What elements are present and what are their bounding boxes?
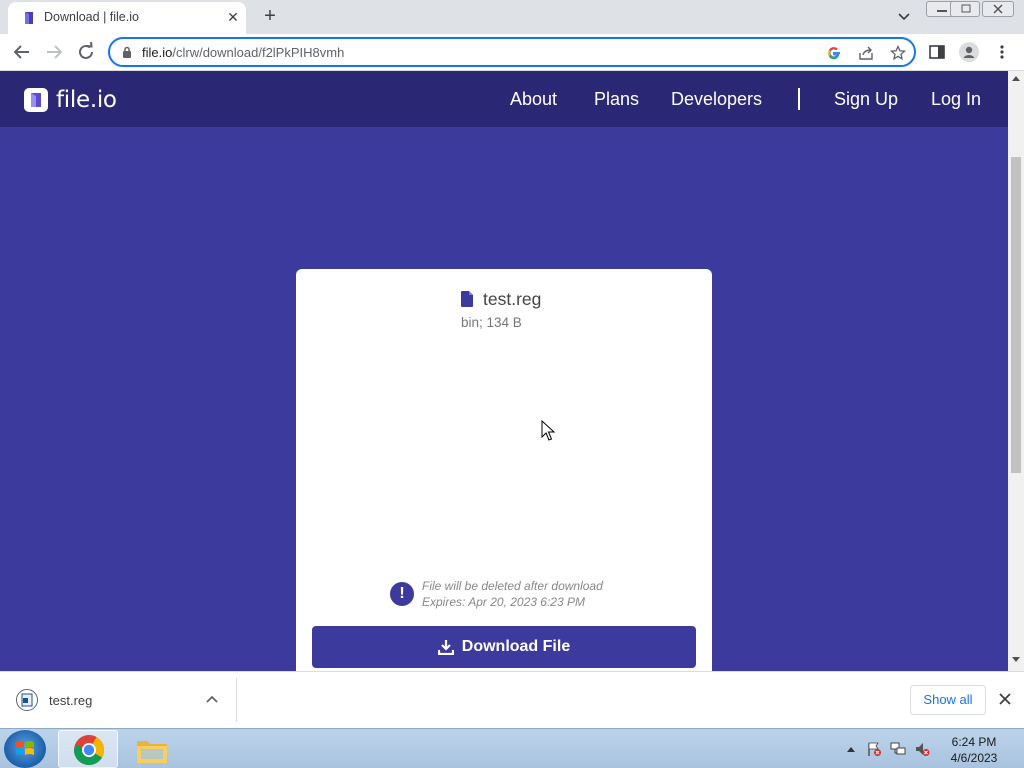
delete-warning: File will be deleted after download [422, 579, 603, 593]
page-scrollbar[interactable] [1008, 71, 1024, 671]
file-meta: bin; 134 B [461, 315, 522, 330]
show-all-button[interactable]: Show all [910, 685, 986, 715]
file-icon [461, 291, 473, 307]
browser-tab[interactable]: Download | file.io ✕ [8, 2, 246, 34]
share-icon[interactable] [858, 45, 874, 61]
mouse-cursor-icon [541, 420, 555, 441]
registry-file-icon[interactable] [16, 689, 38, 711]
nav-developers-link[interactable]: Developers [671, 89, 762, 110]
shelf-divider [236, 678, 237, 722]
chevron-up-icon[interactable] [205, 694, 219, 704]
tab-strip: Download | file.io ✕ + [0, 0, 1024, 34]
url-path: /clrw/download/f2lPkPIH8vmh [172, 45, 345, 60]
forward-arrow-icon[interactable] [42, 40, 66, 64]
profile-avatar-icon[interactable] [959, 42, 979, 62]
expiry-notice: File will be deleted after download Expi… [422, 578, 603, 610]
new-tab-button[interactable]: + [258, 4, 282, 28]
clock-date: 4/6/2023 [950, 751, 998, 765]
download-button-label: Download File [461, 638, 571, 655]
chrome-icon [74, 735, 105, 766]
windows-taskbar: 6:24 PM 4/6/2023 [0, 728, 1024, 768]
lock-icon[interactable] [122, 46, 132, 59]
url-host: file.io [142, 45, 173, 60]
close-shelf-icon[interactable] [998, 692, 1012, 706]
nav-plans-link[interactable]: Plans [594, 89, 639, 110]
tray-expand-icon[interactable] [846, 745, 856, 753]
page-viewport: file.io About Plans Developers Sign Up L… [0, 71, 1008, 671]
tab-title: Download | file.io [44, 10, 139, 24]
nav-log-in-link[interactable]: Log In [931, 89, 981, 110]
side-panel-icon[interactable] [928, 43, 946, 61]
windows-logo-icon [16, 741, 34, 755]
reload-icon[interactable] [74, 40, 98, 64]
exclamation-icon: ! [390, 582, 414, 606]
url-text[interactable]: file.io/clrw/download/f2lPkPIH8vmh [142, 45, 344, 60]
taskbar-chrome-button[interactable] [58, 730, 118, 768]
clock-time: 6:24 PM [951, 735, 997, 749]
download-file-button[interactable]: Download File [312, 626, 696, 668]
speaker-muted-icon[interactable] [914, 741, 930, 757]
address-bar[interactable]: file.io/clrw/download/f2lPkPIH8vmh [108, 37, 916, 67]
tab-search-chevron-icon[interactable] [894, 8, 914, 26]
download-icon [437, 640, 454, 655]
window-restore-button[interactable] [950, 1, 980, 17]
downloaded-file-name[interactable]: test.reg [49, 693, 92, 708]
file-name: test.reg [483, 289, 542, 309]
download-shelf: test.reg Show all [0, 671, 1024, 728]
chrome-menu-icon[interactable] [993, 43, 1011, 61]
start-button[interactable] [4, 730, 46, 768]
taskbar-explorer-button[interactable] [122, 730, 182, 768]
scroll-down-arrow-icon[interactable] [1012, 657, 1020, 663]
window-close-button[interactable] [982, 1, 1014, 17]
file-io-logo[interactable]: file.io [24, 87, 117, 113]
logo-text: file.io [56, 87, 117, 113]
action-center-flag-icon[interactable] [866, 741, 882, 757]
nav-about-link[interactable]: About [510, 89, 557, 110]
browser-toolbar: file.io/clrw/download/f2lPkPIH8vmh [0, 34, 1024, 71]
system-clock[interactable]: 6:24 PM 4/6/2023 [944, 734, 1004, 766]
download-card: test.reg bin; 134 B ! File will be delet… [296, 269, 712, 671]
nav-sign-up-link[interactable]: Sign Up [834, 89, 898, 110]
bookmark-star-icon[interactable] [890, 45, 906, 61]
google-icon[interactable] [826, 45, 842, 61]
file-io-logo-icon [24, 88, 48, 112]
expiry-date: Expires: Apr 20, 2023 6:23 PM [422, 595, 585, 609]
site-header: file.io About Plans Developers Sign Up L… [0, 71, 1008, 127]
back-arrow-icon[interactable] [10, 40, 34, 64]
tab-close-icon[interactable]: ✕ [224, 8, 242, 26]
scroll-up-arrow-icon[interactable] [1012, 75, 1020, 81]
network-icon[interactable] [890, 741, 906, 757]
file-io-favicon-icon [25, 12, 33, 24]
folder-icon [137, 741, 167, 763]
nav-divider [798, 88, 800, 110]
scroll-thumb[interactable] [1011, 157, 1021, 473]
